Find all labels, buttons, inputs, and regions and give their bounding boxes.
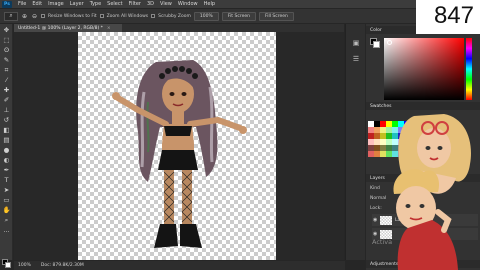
menu-file[interactable]: File xyxy=(15,1,29,7)
collapsed-panel-dock: ▣ ☰ xyxy=(345,24,365,260)
scrubby-zoom-label: Scrubby Zoom xyxy=(158,13,191,19)
menu-3d[interactable]: 3D xyxy=(144,1,157,7)
zoom-tool-icon: ⌕ xyxy=(9,12,13,19)
toolbox: ✥ ⬚ ʘ ✎ ⌗ ⁄ ✚ ✐ ⊥ ↺ ◧ ▤ ● ◐ ✒ T ➤ ▭ ✋ ⌕ … xyxy=(0,24,13,268)
zoom-out-icon[interactable]: ⊖ xyxy=(31,13,38,20)
menu-select[interactable]: Select xyxy=(104,1,125,7)
blur-tool-icon[interactable]: ● xyxy=(2,146,11,154)
scrubby-zoom-checkbox[interactable] xyxy=(151,14,156,18)
menu-bar: Ps File Edit Image Layer Type Select Fil… xyxy=(0,0,480,8)
shape-tool-icon[interactable]: ▭ xyxy=(2,196,11,204)
document-size-info: Doc: 879.8K/2.30M xyxy=(40,263,84,268)
document-tab-title: Untitled-1 @ 100% (Layer 2, RGB/8) * xyxy=(18,25,103,31)
properties-panel-icon[interactable]: ☰ xyxy=(350,54,362,64)
path-select-tool-icon[interactable]: ➤ xyxy=(2,186,11,194)
zoom-tool-icon[interactable]: ⌕ xyxy=(2,216,11,224)
pen-tool-icon[interactable]: ✒ xyxy=(2,166,11,174)
color-picker-field[interactable] xyxy=(384,38,464,100)
zoom-in-icon[interactable]: ⊕ xyxy=(21,13,28,20)
photoshop-window: Ps File Edit Image Layer Type Select Fil… xyxy=(0,0,480,270)
options-bar: ⌕ ⊕ ⊖ Resize Windows to Fit Zoom All Win… xyxy=(0,9,480,23)
menu-image[interactable]: Image xyxy=(45,1,67,7)
document-tab[interactable]: Untitled-1 @ 100% (Layer 2, RGB/8) * × xyxy=(14,24,122,32)
fill-screen-button[interactable]: Fill Screen xyxy=(258,11,294,21)
healing-brush-tool-icon[interactable]: ✚ xyxy=(2,86,11,94)
close-tab-icon[interactable]: × xyxy=(107,26,111,31)
menu-help[interactable]: Help xyxy=(201,1,218,7)
zoom-all-windows-label: Zoom All Windows xyxy=(106,13,149,19)
fit-screen-button[interactable]: Fit Screen xyxy=(221,11,256,21)
marquee-tool-icon[interactable]: ⬚ xyxy=(2,36,11,44)
more-tools-icon[interactable]: … xyxy=(2,226,11,234)
panel-background-swatch[interactable] xyxy=(373,41,380,48)
history-brush-tool-icon[interactable]: ↺ xyxy=(2,116,11,124)
color-picker-cursor[interactable] xyxy=(387,40,392,45)
hue-slider[interactable] xyxy=(466,38,472,100)
eraser-tool-icon[interactable]: ◧ xyxy=(2,126,11,134)
eye-visibility-icon[interactable]: ◉ xyxy=(373,231,377,237)
menu-edit[interactable]: Edit xyxy=(29,1,45,7)
color-panel-title: Color xyxy=(370,27,382,33)
document-tab-bar: Untitled-1 @ 100% (Layer 2, RGB/8) * × xyxy=(14,24,344,32)
eye-visibility-icon[interactable]: ◉ xyxy=(373,217,377,223)
activate-windows-watermark: Activa xyxy=(372,238,393,246)
zoom-all-windows-checkbox[interactable] xyxy=(99,14,104,18)
move-tool-icon[interactable]: ✥ xyxy=(2,26,11,34)
history-panel-icon[interactable]: ▣ xyxy=(350,38,362,48)
resize-windows-checkbox[interactable] xyxy=(41,14,45,18)
menu-type[interactable]: Type xyxy=(87,1,104,7)
eyedropper-tool-icon[interactable]: ⁄ xyxy=(2,76,11,84)
zoom-100-button[interactable]: 100% xyxy=(193,11,219,21)
tool-preset-picker[interactable]: ⌕ xyxy=(4,11,18,21)
menu-view[interactable]: View xyxy=(157,1,175,7)
status-bar: 100% Doc: 879.8K/2.30M xyxy=(14,261,345,270)
menu-layer[interactable]: Layer xyxy=(67,1,87,7)
avatar-couple-sticker xyxy=(393,114,471,270)
view-count: 847 xyxy=(433,2,474,29)
document-canvas[interactable] xyxy=(78,32,276,260)
crop-tool-icon[interactable]: ⌗ xyxy=(2,66,11,74)
lasso-tool-icon[interactable]: ʘ xyxy=(2,46,11,54)
background-color-swatch[interactable] xyxy=(5,262,11,268)
gradient-tool-icon[interactable]: ▤ xyxy=(2,136,11,144)
resize-windows-label: Resize Windows to Fit xyxy=(48,13,97,19)
menu-filter[interactable]: Filter xyxy=(126,1,144,7)
canvas-work-area[interactable] xyxy=(14,32,344,260)
menu-window[interactable]: Window xyxy=(175,1,201,7)
hand-tool-icon[interactable]: ✋ xyxy=(2,206,11,214)
brush-tool-icon[interactable]: ✐ xyxy=(2,96,11,104)
quick-select-tool-icon[interactable]: ✎ xyxy=(2,56,11,64)
photoshop-logo-icon: Ps xyxy=(2,0,12,8)
avatar-doll-artwork xyxy=(112,60,247,248)
type-tool-icon[interactable]: T xyxy=(2,176,11,184)
dodge-tool-icon[interactable]: ◐ xyxy=(2,156,11,164)
clone-stamp-tool-icon[interactable]: ⊥ xyxy=(2,106,11,114)
zoom-level[interactable]: 100% xyxy=(18,263,31,268)
